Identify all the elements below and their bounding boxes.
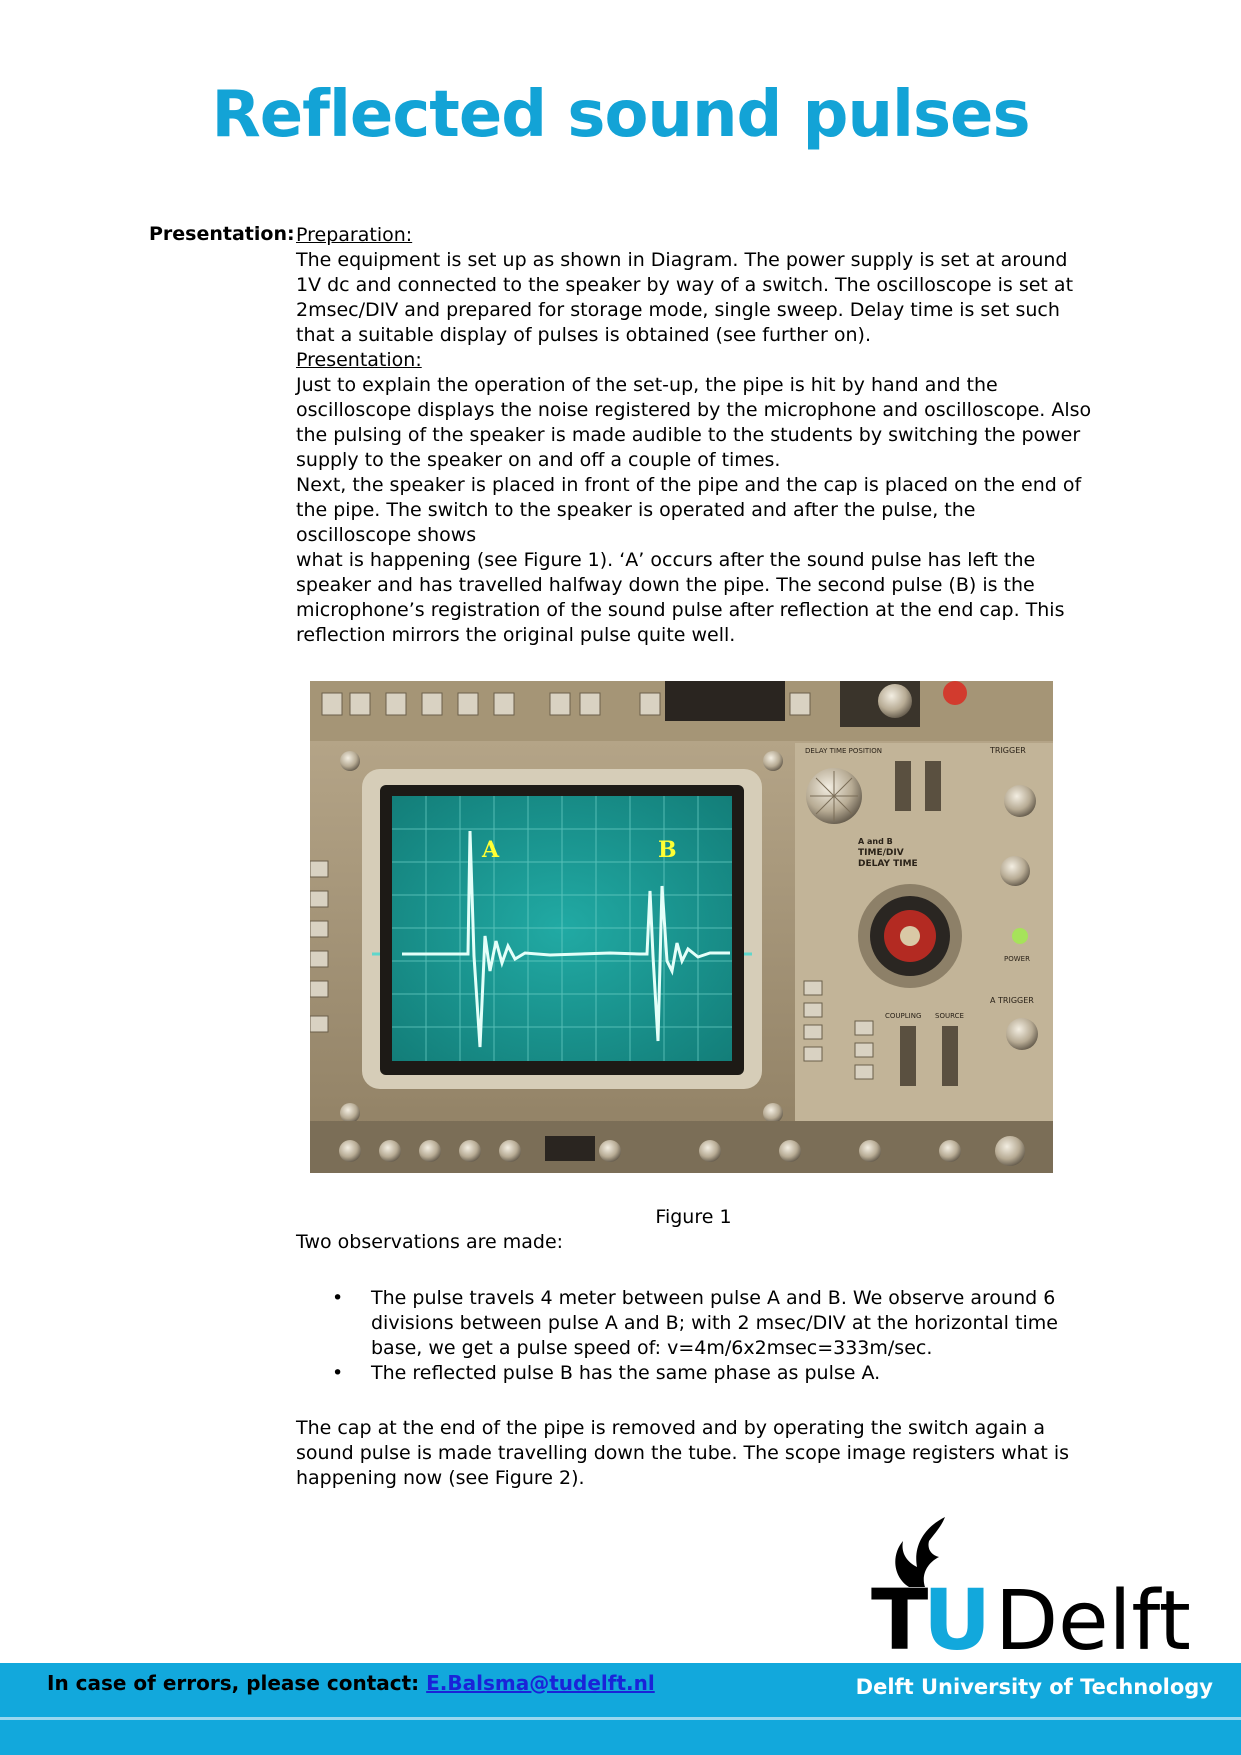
logo-delft: Delft: [995, 1574, 1191, 1655]
footer-stripe: [0, 1717, 1241, 1720]
observations-intro: Two observations are made:: [296, 1231, 564, 1253]
preparation-heading: Preparation:: [296, 224, 413, 246]
page-title: Reflected sound pulses: [211, 78, 1030, 152]
ab-label: A and B: [858, 837, 893, 846]
logo-u: U: [923, 1571, 991, 1655]
contact-label: In case of errors, please contact:: [47, 1671, 420, 1695]
figure-caption: Figure 1: [655, 1206, 732, 1228]
presentation-text-1: Just to explain the operation of the set…: [296, 374, 1092, 471]
pulse-a-label: A: [481, 837, 500, 863]
presentation-text-2a: Next, the speaker is placed in front of …: [296, 474, 1082, 546]
oscilloscope-photo: A B DELAY TIME POSITION TRIGGER A and B …: [310, 681, 1053, 1173]
observations-list: • The pulse travels 4 meter between pulse…: [296, 1286, 1096, 1386]
main-text: Preparation: The equipment is set up as …: [296, 223, 1096, 648]
delay-time-label: DELAY TIME: [858, 859, 918, 869]
delay-time-position-label: DELAY TIME POSITION: [805, 747, 882, 755]
contact-line: In case of errors, please contact: E.Bal…: [47, 1671, 655, 1695]
preparation-text: The equipment is set up as shown in Diag…: [296, 249, 1074, 346]
power-label: POWER: [1004, 955, 1030, 963]
source-label: SOURCE: [935, 1012, 964, 1020]
pulse-b-label: B: [658, 837, 677, 863]
contact-email-link[interactable]: E.Balsma@tudelft.nl: [426, 1671, 655, 1695]
closing-paragraph: The cap at the end of the pipe is remove…: [296, 1417, 1069, 1489]
section-label: Presentation:: [149, 223, 295, 245]
tudelft-logo: T U Delft: [871, 1517, 1191, 1655]
a-trigger-label: A TRIGGER: [990, 996, 1034, 1005]
bullet-dot-icon: •: [332, 1287, 344, 1309]
coupling-label: COUPLING: [885, 1012, 921, 1020]
trigger-label: TRIGGER: [989, 746, 1026, 755]
bullet-dot-icon: •: [332, 1362, 344, 1384]
presentation-text-2b: what is happening (see Figure 1). ‘A’ oc…: [296, 549, 1065, 646]
university-name: Delft University of Technology: [855, 1675, 1213, 1699]
bullet-text: The pulse travels 4 meter between pulse …: [371, 1287, 1058, 1359]
bullet-text: The reflected pulse B has the same phase…: [371, 1362, 881, 1384]
logo-t: T: [871, 1571, 928, 1655]
time-div-label: TIME/DIV: [858, 848, 904, 858]
list-item: • The pulse travels 4 meter between pulse…: [296, 1286, 1096, 1361]
list-item: • The reflected pulse B has the same phas…: [296, 1361, 1096, 1386]
presentation-heading: Presentation:: [296, 349, 422, 371]
